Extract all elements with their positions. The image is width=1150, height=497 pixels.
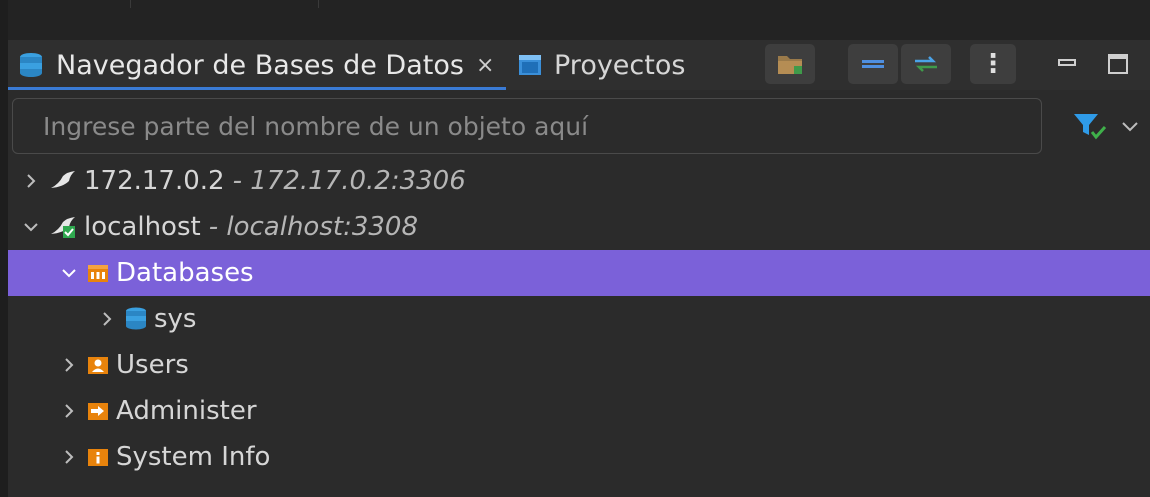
top-strip-segment xyxy=(130,0,319,8)
chevron-right-icon[interactable] xyxy=(22,172,40,190)
more-vertical-icon: ⋮ xyxy=(980,49,1006,79)
database-navigator-panel: Navegador de Bases de Datos × Proyectos xyxy=(0,0,1150,497)
new-folder-icon xyxy=(778,56,802,74)
tree-item-label: Users xyxy=(116,350,189,380)
connection-name: localhost xyxy=(84,212,201,242)
chevron-right-icon[interactable] xyxy=(98,310,116,328)
tree-item-label: sys xyxy=(154,304,197,334)
mysql-connection-icon xyxy=(51,171,75,188)
filter-icon xyxy=(1074,114,1107,140)
tab-label: Proyectos xyxy=(554,49,686,81)
tree-item-label: System Info xyxy=(116,442,271,472)
top-strip-segment xyxy=(0,0,131,8)
connection-detail: - localhost:3308 xyxy=(208,212,419,242)
chevron-down-icon[interactable] xyxy=(60,264,78,282)
database-navigator-icon xyxy=(20,53,42,77)
administer-folder-icon xyxy=(88,403,108,420)
minimize-icon xyxy=(1058,59,1076,66)
tree-item-label: Administer xyxy=(116,396,257,426)
window-top-strip xyxy=(0,0,1150,40)
mysql-connected-icon xyxy=(51,217,75,238)
tree-item-database-sys[interactable]: sys xyxy=(8,296,1150,342)
tree-item-users[interactable]: Users xyxy=(8,342,1150,388)
new-folder-button[interactable] xyxy=(765,44,815,84)
chevron-right-icon[interactable] xyxy=(60,402,78,420)
chevron-down-icon[interactable] xyxy=(22,218,40,236)
active-tab-indicator xyxy=(8,87,506,90)
tree-item-label: Databases xyxy=(116,258,254,288)
database-icon xyxy=(126,307,146,330)
chevron-down-icon xyxy=(1122,122,1138,132)
view-menu-button[interactable]: ⋮ xyxy=(970,44,1016,84)
databases-folder-icon xyxy=(88,265,108,282)
tree-item-connection-localhost[interactable]: localhost - localhost:3308 xyxy=(8,204,1150,250)
link-with-editor-icon xyxy=(915,56,937,72)
chevron-right-icon[interactable] xyxy=(60,356,78,374)
tab-database-navigator[interactable]: Navegador de Bases de Datos × xyxy=(16,40,494,90)
system-info-folder-icon xyxy=(88,449,108,466)
filter-button[interactable] xyxy=(1070,108,1110,144)
close-icon[interactable]: × xyxy=(476,53,494,78)
tree-item-databases[interactable]: Databases xyxy=(8,250,1150,296)
projects-icon xyxy=(519,55,541,75)
tree-item-administer[interactable]: Administer xyxy=(8,388,1150,434)
tab-bar: Navegador de Bases de Datos × Proyectos xyxy=(8,40,1150,90)
left-border xyxy=(0,0,8,497)
tree-item-connection-172[interactable]: 172.17.0.2 - 172.17.0.2:3306 xyxy=(8,158,1150,204)
maximize-icon xyxy=(1108,54,1128,74)
tab-label: Navegador de Bases de Datos xyxy=(56,49,464,81)
search-input[interactable] xyxy=(41,110,1025,142)
users-folder-icon xyxy=(88,357,108,374)
object-search-box[interactable] xyxy=(12,98,1042,154)
tree-item-system-info[interactable]: System Info xyxy=(8,434,1150,480)
chevron-right-icon[interactable] xyxy=(60,448,78,466)
connection-detail: - 172.17.0.2:3306 xyxy=(232,166,466,196)
minimize-button[interactable] xyxy=(1056,54,1078,78)
link-with-editor-button[interactable] xyxy=(901,44,951,84)
maximize-button[interactable] xyxy=(1106,52,1130,80)
connection-name: 172.17.0.2 xyxy=(84,166,225,196)
tab-projects[interactable]: Proyectos xyxy=(516,40,685,90)
collapse-all-icon xyxy=(862,60,884,68)
collapse-all-button[interactable] xyxy=(848,44,898,84)
filter-options-dropdown[interactable] xyxy=(1118,114,1142,138)
